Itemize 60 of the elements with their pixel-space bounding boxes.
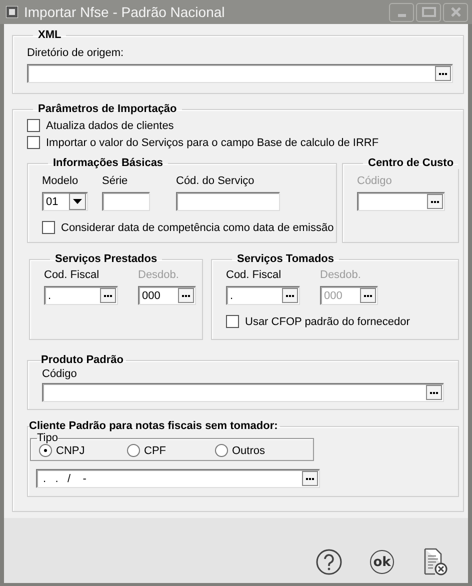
field-label: Cod. Fiscal <box>226 269 282 281</box>
help-button[interactable] <box>314 547 344 577</box>
browse-button[interactable] <box>426 385 442 400</box>
browse-button[interactable] <box>427 194 443 209</box>
browse-button[interactable] <box>178 288 194 303</box>
checkbox[interactable] <box>27 136 40 149</box>
document-cancel-icon <box>422 548 448 576</box>
product-code-field[interactable] <box>42 383 444 402</box>
series-field[interactable] <box>102 192 150 211</box>
fiscal-code-field[interactable]: . <box>226 286 300 305</box>
radio-label: CPF <box>144 444 166 456</box>
field-label: Modelo <box>42 175 80 187</box>
browse-button[interactable] <box>360 288 376 303</box>
app-icon <box>6 6 18 18</box>
document-field[interactable]: . . / - <box>36 469 320 488</box>
radio-button[interactable] <box>215 444 228 457</box>
checkbox[interactable] <box>226 315 239 328</box>
dropdown-arrow-icon <box>73 199 82 204</box>
radio-button[interactable] <box>127 444 140 457</box>
group-title: Serviços Tomados <box>236 253 335 265</box>
browse-button[interactable] <box>302 471 318 486</box>
browse-button[interactable] <box>282 288 298 303</box>
model-dropdown[interactable]: 01 <box>42 192 88 211</box>
maximize-icon <box>422 7 436 17</box>
field-label: Cód. do Serviço <box>176 175 256 187</box>
field-label: Código <box>42 368 78 380</box>
field-label: Código <box>357 175 393 187</box>
group-title: Centro de Custo <box>367 157 455 169</box>
field-label: Desdob. <box>320 269 362 281</box>
group-title: Informações Básicas <box>52 157 164 169</box>
group-title: Parâmetros de Importação <box>37 103 178 115</box>
group-title: Serviços Prestados <box>54 253 158 265</box>
checkbox[interactable] <box>42 221 55 234</box>
group-title: Tipo <box>37 432 58 444</box>
checkbox-label: Considerar data de competência como data de emissão <box>61 222 334 234</box>
service-code-field[interactable] <box>176 192 280 211</box>
radio-button[interactable] <box>39 444 52 457</box>
ok-button[interactable]: ok <box>370 550 394 574</box>
close-icon <box>450 7 460 17</box>
checkbox-label: Usar CFOP padrão do fornecedor <box>245 316 410 328</box>
checkbox[interactable] <box>27 119 40 132</box>
checkbox-label: Atualiza dados de clientes <box>46 120 174 132</box>
window-title: Importar Nfse - Padrão Nacional <box>24 4 225 20</box>
radio-label: CNPJ <box>56 444 85 456</box>
field-label: Cod. Fiscal <box>44 269 100 281</box>
fiscal-code-field[interactable]: . <box>44 286 118 305</box>
checkbox-label: Importar o valor do Serviços para o campo Base de calculo de IRRF <box>46 136 379 148</box>
field-label: Desdob. <box>138 269 180 281</box>
browse-button[interactable] <box>435 66 451 81</box>
group-title: XML <box>37 29 62 41</box>
field-label: Diretório de origem: <box>27 47 125 59</box>
help-icon <box>315 548 343 576</box>
browse-button[interactable] <box>100 288 116 303</box>
directory-field[interactable] <box>27 64 453 83</box>
group-title: Cliente Padrão para notas fiscais sem tomador: <box>29 420 279 432</box>
field-label: Série <box>102 175 129 187</box>
cost-center-field[interactable] <box>357 192 445 211</box>
group-title: Produto Padrão <box>41 354 125 366</box>
minimize-icon <box>398 14 406 16</box>
radio-label: Outros <box>232 444 266 456</box>
